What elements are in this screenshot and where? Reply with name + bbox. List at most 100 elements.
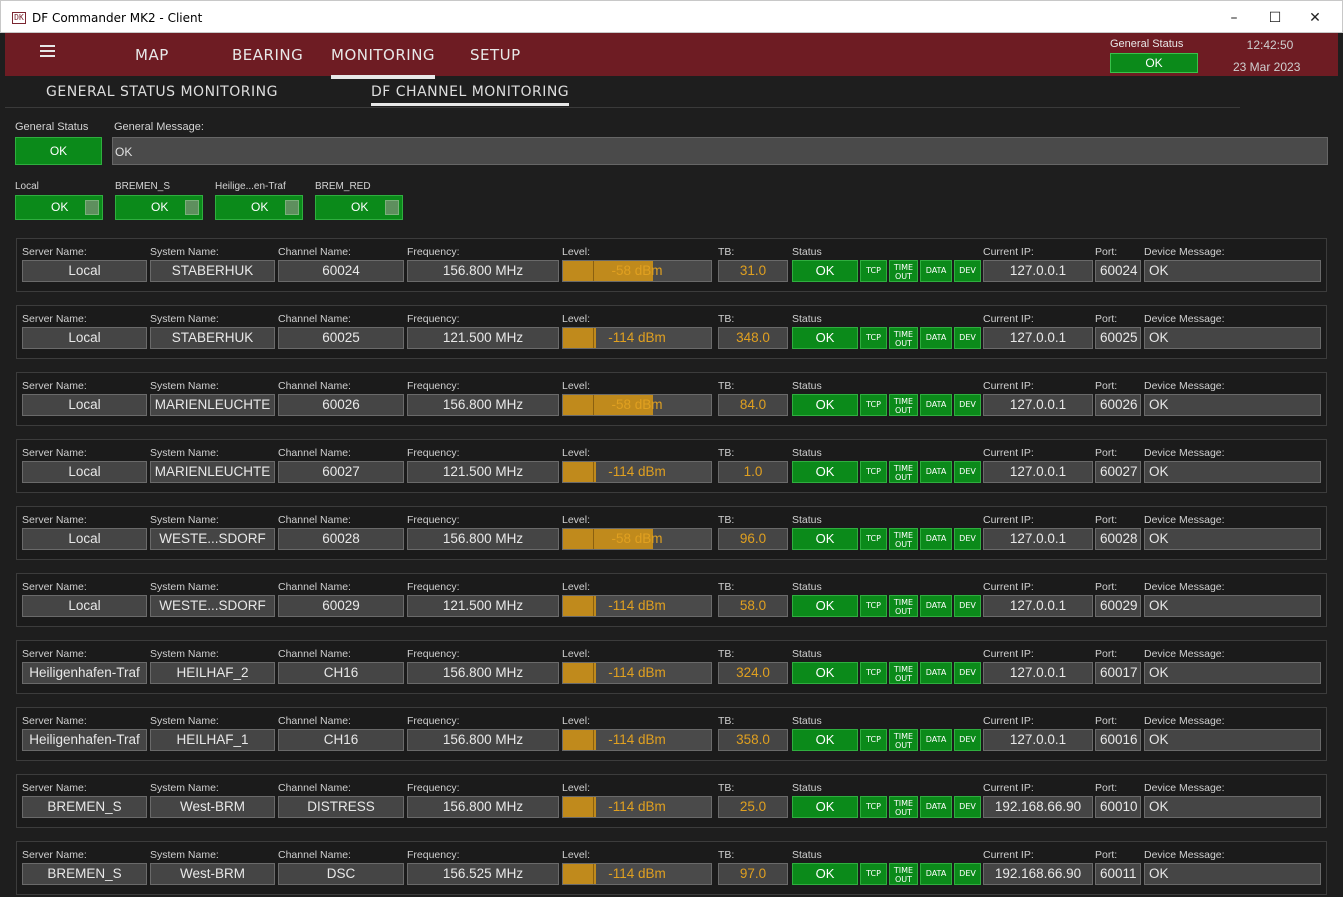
frequency-field: 156.525 MHz xyxy=(407,863,559,885)
timeout-flag-line2: OUT xyxy=(894,808,913,817)
close-icon[interactable]: ✕ xyxy=(1300,7,1330,29)
maximize-icon[interactable]: ☐ xyxy=(1260,7,1290,29)
timeout-flag-line1: TIME xyxy=(893,263,914,272)
nav-item-setup[interactable]: SETUP xyxy=(470,46,521,64)
dev-flag: DEV xyxy=(954,461,981,483)
port-label: Port: xyxy=(1095,380,1118,392)
level-label: Level: xyxy=(562,380,591,392)
server-status-label: BREM_RED xyxy=(315,181,371,192)
system-name-field: STABERHUK xyxy=(150,327,275,349)
channel-name-field: 60025 xyxy=(278,327,404,349)
channel-name-field: CH16 xyxy=(278,662,404,684)
system-label: System Name: xyxy=(150,313,219,325)
device-label: Device Message: xyxy=(1144,849,1225,861)
dev-flag: DEV xyxy=(954,528,981,550)
status-label: Status xyxy=(792,447,822,459)
status-label: Status xyxy=(792,849,822,861)
port-field: 60017 xyxy=(1095,662,1141,684)
level-value: -114 dBm xyxy=(608,665,666,680)
server-name-field: BREMEN_S xyxy=(22,796,147,818)
port-field: 60016 xyxy=(1095,729,1141,751)
nav-item-monitoring[interactable]: MONITORING xyxy=(331,46,436,79)
channel-name-field: 60024 xyxy=(278,260,404,282)
tcp-flag: TCP xyxy=(860,595,887,617)
channel-name-field: 60028 xyxy=(278,528,404,550)
level-value: -58 dBm xyxy=(611,531,663,546)
current-ip-field: 127.0.0.1 xyxy=(983,394,1093,416)
port-field: 60026 xyxy=(1095,394,1141,416)
ip-label: Current IP: xyxy=(983,782,1034,794)
frequency-field: 156.800 MHz xyxy=(407,796,559,818)
port-label: Port: xyxy=(1095,782,1118,794)
device-message-field: OK xyxy=(1144,528,1321,550)
general-status-badge: OK xyxy=(15,137,102,165)
channel-label: Channel Name: xyxy=(278,782,351,794)
level-label: Level: xyxy=(562,849,591,861)
server-status-indicator xyxy=(185,200,199,215)
channel-status-badge: OK xyxy=(792,327,858,349)
channel-label: Channel Name: xyxy=(278,447,351,459)
frequency-label: Frequency: xyxy=(407,648,460,660)
channel-row: Server Name: System Name: Channel Name: Fre… xyxy=(16,774,1327,828)
tb-label: TB: xyxy=(718,715,735,727)
menu-icon[interactable] xyxy=(40,45,55,57)
channel-row: Server Name: System Name: Channel Name: Fre… xyxy=(16,506,1327,560)
frequency-field: 156.800 MHz xyxy=(407,528,559,550)
app-logo-icon: DK xyxy=(12,12,26,24)
system-label: System Name: xyxy=(150,648,219,660)
server-name-field: Local xyxy=(22,595,147,617)
channel-label: Channel Name: xyxy=(278,380,351,392)
level-value: -58 dBm xyxy=(611,263,663,278)
general-message-field: OK xyxy=(112,137,1328,165)
system-name-field: MARIENLEUCHTE xyxy=(150,461,275,483)
current-ip-field: 127.0.0.1 xyxy=(983,327,1093,349)
nav-item-map[interactable]: MAP xyxy=(135,46,169,64)
port-label: Port: xyxy=(1095,514,1118,526)
level-label: Level: xyxy=(562,313,591,325)
minimize-icon[interactable]: – xyxy=(1219,7,1249,29)
tb-label: TB: xyxy=(718,447,735,459)
level-value: -58 dBm xyxy=(611,397,663,412)
window-title-bar: DK DF Commander MK2 - Client – ☐ ✕ xyxy=(0,0,1343,33)
system-name-field: WESTE...SDORF xyxy=(150,595,275,617)
system-name-field: STABERHUK xyxy=(150,260,275,282)
tb-label: TB: xyxy=(718,581,735,593)
ip-label: Current IP: xyxy=(983,715,1034,727)
data-flag: DATA xyxy=(920,729,952,751)
frequency-label: Frequency: xyxy=(407,447,460,459)
tb-label: TB: xyxy=(718,380,735,392)
channel-name-field: 60026 xyxy=(278,394,404,416)
timeout-flag-line1: TIME xyxy=(893,866,914,875)
frequency-label: Frequency: xyxy=(407,246,460,258)
system-label: System Name: xyxy=(150,380,219,392)
device-label: Device Message: xyxy=(1144,581,1225,593)
frequency-label: Frequency: xyxy=(407,715,460,727)
level-label: Level: xyxy=(562,782,591,794)
server-name-field: Local xyxy=(22,528,147,550)
timeout-flag-line2: OUT xyxy=(894,406,913,415)
dev-flag: DEV xyxy=(954,260,981,282)
channel-name-field: DISTRESS xyxy=(278,796,404,818)
frequency-field: 121.500 MHz xyxy=(407,461,559,483)
tab-general-status-monitoring[interactable]: GENERAL STATUS MONITORING xyxy=(46,84,278,100)
server-status-badge: OK xyxy=(315,195,403,220)
tcp-flag: TCP xyxy=(860,729,887,751)
tab-df-channel-monitoring[interactable]: DF CHANNEL MONITORING xyxy=(371,84,570,106)
frequency-label: Frequency: xyxy=(407,380,460,392)
port-label: Port: xyxy=(1095,313,1118,325)
server-status-indicator xyxy=(85,200,99,215)
device-label: Device Message: xyxy=(1144,447,1225,459)
channel-row: Server Name: System Name: Channel Name: Fre… xyxy=(16,305,1327,359)
channel-label: Channel Name: xyxy=(278,514,351,526)
current-ip-field: 127.0.0.1 xyxy=(983,662,1093,684)
tcp-flag: TCP xyxy=(860,863,887,885)
channel-row: Server Name: System Name: Channel Name: Fre… xyxy=(16,707,1327,761)
channel-status-badge: OK xyxy=(792,260,858,282)
nav-item-bearing[interactable]: BEARING xyxy=(232,46,303,64)
system-name-field: HEILHAF_2 xyxy=(150,662,275,684)
server-status-badge: OK xyxy=(15,195,103,220)
timeout-flag: TIME OUT xyxy=(889,394,918,416)
data-flag: DATA xyxy=(920,528,952,550)
server-name-field: Local xyxy=(22,394,147,416)
frequency-label: Frequency: xyxy=(407,849,460,861)
